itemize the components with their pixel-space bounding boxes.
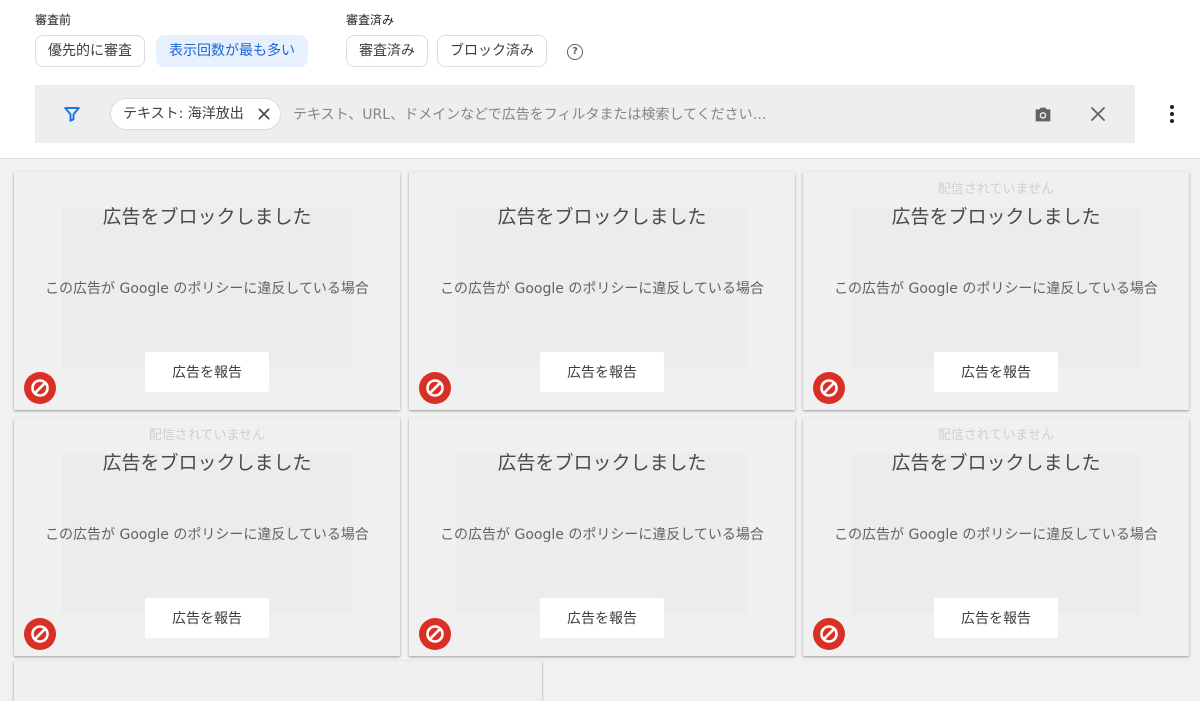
block-icon[interactable]	[419, 618, 451, 650]
filter-icon[interactable]	[63, 105, 81, 123]
blocked-chip[interactable]: ブロック済み	[437, 35, 547, 67]
report-ad-button[interactable]: 広告を報告	[934, 598, 1058, 638]
block-icon[interactable]	[813, 618, 845, 650]
active-filter-label: テキスト: 海洋放出	[123, 106, 244, 122]
not-served-label: 配信されていません	[937, 428, 1055, 443]
reviewed-label: 審査済み	[346, 13, 395, 27]
card-title: 広告をブロックしました	[102, 452, 312, 474]
not-served-label: 配信されていません	[937, 182, 1055, 197]
block-icon[interactable]	[24, 618, 56, 650]
card-description: この広告が Google のポリシーに違反している場合	[45, 527, 369, 543]
card-description: この広告が Google のポリシーに違反している場合	[440, 281, 764, 297]
blocked-ad-card: 配信されていません 広告をブロックしました この広告が Google のポリシー…	[14, 418, 400, 656]
card-description: この広告が Google のポリシーに違反している場合	[834, 281, 1158, 297]
blocked-ad-card: 配信されていません 広告をブロックしました この広告が Google のポリシー…	[803, 172, 1189, 410]
camera-icon[interactable]	[1032, 103, 1054, 125]
block-icon[interactable]	[813, 372, 845, 404]
card-title: 広告をブロックしました	[891, 206, 1101, 228]
card-description: この広告が Google のポリシーに違反している場合	[45, 281, 369, 297]
search-input[interactable]	[291, 99, 995, 131]
not-served-label: 配信されていません	[148, 428, 266, 443]
block-icon[interactable]	[419, 372, 451, 404]
blocked-ad-card: 配信されていません 広告をブロックしました この広告が Google のポリシー…	[803, 418, 1189, 656]
report-ad-button[interactable]: 広告を報告	[540, 598, 664, 638]
blocked-ad-card: 広告をブロックしました この広告が Google のポリシーに違反している場合 …	[409, 172, 795, 410]
priority-review-chip[interactable]: 優先的に審査	[35, 35, 145, 67]
clear-search-icon[interactable]	[1089, 105, 1107, 123]
filter-bar: テキスト: 海洋放出	[35, 85, 1135, 143]
card-title: 広告をブロックしました	[102, 206, 312, 228]
most-impressions-chip[interactable]: 表示回数が最も多い	[156, 35, 308, 67]
blocked-ad-card: 広告をブロックしました この広告が Google のポリシーに違反している場合 …	[14, 172, 400, 410]
ad-card-partial	[14, 661, 542, 701]
pre-review-label: 審査前	[35, 13, 72, 27]
report-ad-button[interactable]: 広告を報告	[540, 352, 664, 392]
reviewed-chip[interactable]: 審査済み	[346, 35, 428, 67]
review-header: 審査前 審査済み 優先的に審査 表示回数が最も多い 審査済み ブロック済み ? …	[0, 0, 1200, 159]
close-icon[interactable]	[256, 106, 272, 122]
active-filter-chip[interactable]: テキスト: 海洋放出	[110, 98, 281, 130]
block-icon[interactable]	[24, 372, 56, 404]
card-title: 広告をブロックしました	[497, 452, 707, 474]
card-description: この広告が Google のポリシーに違反している場合	[834, 527, 1158, 543]
card-title: 広告をブロックしました	[891, 452, 1101, 474]
card-description: この広告が Google のポリシーに違反している場合	[440, 527, 764, 543]
report-ad-button[interactable]: 広告を報告	[145, 598, 269, 638]
card-title: 広告をブロックしました	[497, 206, 707, 228]
report-ad-button[interactable]: 広告を報告	[934, 352, 1058, 392]
help-icon[interactable]: ?	[567, 44, 583, 60]
blocked-ad-card: 広告をブロックしました この広告が Google のポリシーに違反している場合 …	[409, 418, 795, 656]
more-vert-icon[interactable]	[1163, 104, 1181, 124]
report-ad-button[interactable]: 広告を報告	[145, 352, 269, 392]
